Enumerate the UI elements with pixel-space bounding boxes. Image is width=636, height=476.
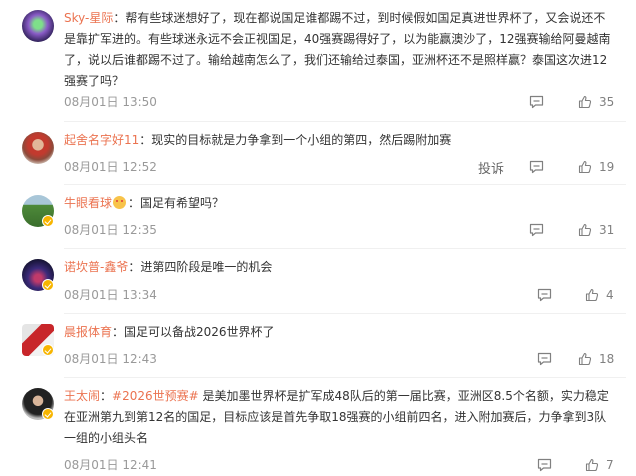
comment-item: 王太闹：#2026世预赛# 是美加墨世界杯是扩军成48队后的第一届比赛，亚洲区8… <box>0 378 636 476</box>
like-button[interactable]: 31 <box>578 223 614 237</box>
like-count: 7 <box>606 458 614 472</box>
comment-icon <box>537 288 552 302</box>
like-button[interactable]: 7 <box>585 458 614 472</box>
comment-body: 起舍名字好11：现实的目标就是力争拿到一个小组的第四，然后踢附加赛 <box>64 130 612 151</box>
comment-item: Sky-星际：帮有些球迷想好了，现在都说国足谁都踢不过，到时候假如国足真进世界杯… <box>0 0 636 122</box>
like-button[interactable]: 18 <box>578 352 614 366</box>
comment-time: 08月01日 13:50 <box>64 95 157 109</box>
thumb-up-icon <box>585 458 599 472</box>
like-count: 35 <box>599 95 615 109</box>
thumb-up-icon <box>585 288 599 302</box>
like-count: 19 <box>599 160 615 174</box>
comment-list: Sky-星际：帮有些球迷想好了，现在都说国足谁都踢不过，到时候假如国足真进世界杯… <box>0 0 636 476</box>
comment-body: 牛眼看球 ：国足有希望吗？ <box>64 193 612 214</box>
avatar[interactable] <box>22 10 54 42</box>
like-count: 4 <box>606 288 614 302</box>
comment-body: 王太闹：#2026世预赛# 是美加墨世界杯是扩军成48队后的第一届比赛，亚洲区8… <box>64 389 609 445</box>
comment-time: 08月01日 12:35 <box>64 223 157 237</box>
comment-button[interactable] <box>529 160 544 174</box>
thumb-up-icon <box>578 95 592 109</box>
like-button[interactable]: 19 <box>578 160 614 174</box>
verified-badge-icon <box>42 279 54 291</box>
username-link[interactable]: 起舍名字好11 <box>64 133 139 147</box>
comment-item: 起舍名字好11：现实的目标就是力争拿到一个小组的第四，然后踢附加赛 08月01日… <box>0 122 636 185</box>
comment-icon <box>529 223 544 237</box>
like-button[interactable]: 4 <box>585 288 614 302</box>
comment-item: 诺坎普-鑫爷：进第四阶段是唯一的机会 08月01日 13:34 4 <box>0 249 636 314</box>
comment-text: ：国足有希望吗？ <box>128 196 225 210</box>
username-link[interactable]: 诺坎普-鑫爷 <box>64 260 128 274</box>
comment-body: Sky-星际：帮有些球迷想好了，现在都说国足谁都踢不过，到时候假如国足真进世界杯… <box>64 8 612 92</box>
username-link[interactable]: 牛眼看球 <box>64 196 112 210</box>
comment-text: ：帮有些球迷想好了，现在都说国足谁都踢不过，到时候假如国足真进世界杯了，又会说还… <box>64 11 611 88</box>
avatar[interactable] <box>22 132 54 164</box>
like-button[interactable]: 35 <box>578 95 614 109</box>
thumb-up-icon <box>578 223 592 237</box>
comment-body: 诺坎普-鑫爷：进第四阶段是唯一的机会 <box>64 257 612 278</box>
thumb-up-icon <box>578 352 592 366</box>
comment-body: 晨报体育：国足可以备战2026世界杯了 <box>64 322 612 343</box>
comment-button[interactable] <box>537 352 552 366</box>
comment-item: 晨报体育：国足可以备战2026世界杯了 08月01日 12:43 18 <box>0 314 636 378</box>
username-link[interactable]: 王太闹 <box>64 389 100 403</box>
username-link[interactable]: 晨报体育 <box>64 325 112 339</box>
emoji-icon <box>113 196 127 209</box>
comment-time: 08月01日 12:52 <box>64 160 157 174</box>
comment-text: ：国足可以备战2026世界杯了 <box>112 325 275 339</box>
verified-badge-icon <box>42 215 54 227</box>
comment-item: 牛眼看球 ：国足有希望吗？ 08月01日 12:35 31 <box>0 185 636 249</box>
report-button[interactable]: 投诉 <box>478 158 504 177</box>
comment-icon <box>537 352 552 366</box>
comment-button[interactable] <box>537 288 552 302</box>
comment-text: ：进第四阶段是唯一的机会 <box>128 260 273 274</box>
thumb-up-icon <box>578 160 592 174</box>
comment-icon <box>529 160 544 174</box>
comment-time: 08月01日 12:41 <box>64 458 157 472</box>
username-link[interactable]: Sky-星际 <box>64 11 113 25</box>
comment-text: ：现实的目标就是力争拿到一个小组的第四，然后踢附加赛 <box>139 133 452 147</box>
comment-icon <box>537 458 552 472</box>
comment-button[interactable] <box>537 458 552 472</box>
verified-badge-icon <box>42 344 54 356</box>
verified-badge-icon <box>42 408 54 420</box>
comment-button[interactable] <box>529 223 544 237</box>
hashtag-link[interactable]: #2026世预赛# <box>112 389 199 403</box>
comment-icon <box>529 95 544 109</box>
comment-button[interactable] <box>529 95 544 109</box>
like-count: 31 <box>599 223 615 237</box>
comment-time: 08月01日 13:34 <box>64 288 157 302</box>
comment-time: 08月01日 12:43 <box>64 352 157 366</box>
like-count: 18 <box>599 352 615 366</box>
